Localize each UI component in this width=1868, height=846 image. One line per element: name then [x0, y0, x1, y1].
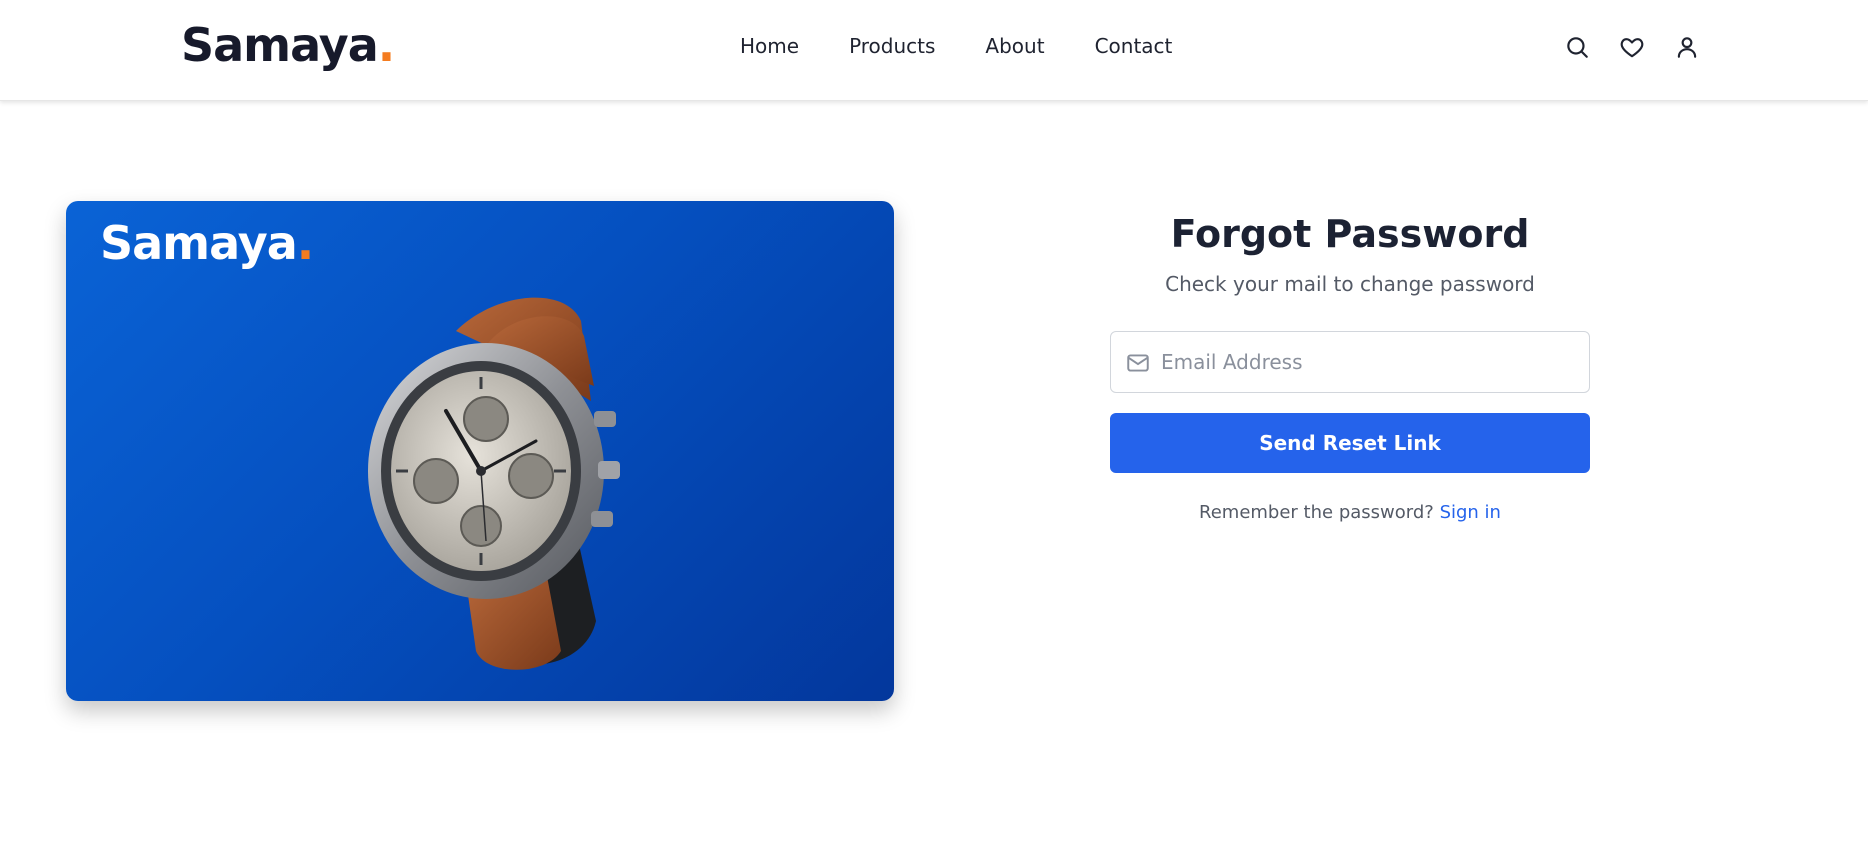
logo-dot: . [377, 18, 396, 72]
heart-icon [1620, 38, 1644, 58]
remember-text-line: Remember the password? Sign in [1110, 502, 1590, 523]
nav-products[interactable]: Products [849, 30, 935, 62]
sign-in-link[interactable]: Sign in [1440, 502, 1501, 523]
user-icon [1677, 37, 1697, 58]
nav-home[interactable]: Home [740, 30, 799, 62]
page-title: Forgot Password [1170, 212, 1530, 256]
search-button[interactable] [1560, 30, 1594, 64]
site-header: Samaya. Home Products About Contact [0, 0, 1868, 101]
nav-contact[interactable]: Contact [1095, 30, 1173, 62]
nav-about[interactable]: About [985, 30, 1044, 62]
watch-image [368, 297, 620, 670]
hero-logo: Samaya. [100, 215, 315, 271]
hero-card: Samaya. [66, 201, 894, 701]
search-icon [1567, 37, 1588, 58]
hero-logo-text: Samaya [100, 216, 298, 270]
email-input[interactable] [1161, 332, 1581, 392]
wishlist-button[interactable] [1615, 30, 1649, 64]
mail-icon [1127, 354, 1149, 372]
logo-text: Samaya [181, 18, 379, 72]
send-reset-link-button[interactable]: Send Reset Link [1110, 413, 1590, 473]
main-nav: Home Products About Contact [740, 30, 1222, 62]
logo[interactable]: Samaya. [181, 18, 396, 72]
header-icons [1560, 30, 1725, 64]
hero-logo-dot: . [296, 216, 315, 270]
page-subtitle: Check your mail to change password [1165, 272, 1535, 296]
remember-text: Remember the password? [1199, 502, 1434, 523]
email-field[interactable] [1110, 331, 1590, 393]
account-button[interactable] [1670, 30, 1704, 64]
